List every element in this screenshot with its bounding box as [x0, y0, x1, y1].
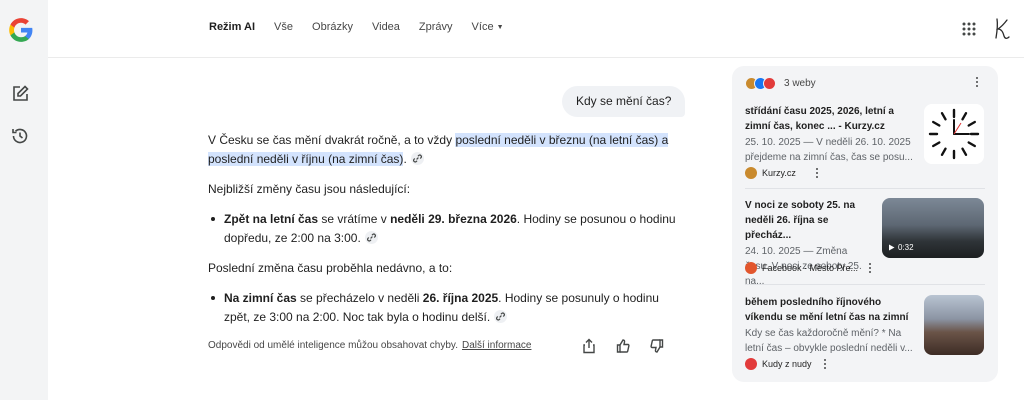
answer-text: V Česku se čas mění dvakrát ročně, a to …: [208, 133, 456, 147]
link-icon[interactable]: [494, 310, 508, 323]
answer-paragraph: Poslední změna času proběhla nedávno, a …: [208, 261, 453, 275]
more-options-icon[interactable]: [865, 263, 875, 275]
divider: [745, 284, 985, 285]
source-title[interactable]: střídání času 2025, 2026, letní a zimní …: [745, 104, 910, 134]
list-item: Na zimní čas se přecházelo v neděli 26. …: [208, 289, 678, 327]
video-duration: 0:32: [888, 243, 914, 252]
link-icon[interactable]: [410, 152, 424, 165]
divider: [745, 188, 985, 189]
ai-disclaimer: Odpovědi od umělé inteligence můžou obsa…: [208, 340, 531, 351]
list-item: Zpět na letní čas se vrátíme v neděli 29…: [208, 210, 678, 248]
google-logo-icon[interactable]: [8, 17, 34, 43]
video-duration-label: 0:32: [898, 243, 914, 252]
tab-news[interactable]: Zprávy: [419, 21, 453, 33]
bold-text: Na zimní čas: [224, 291, 297, 305]
answer-list: Zpět na letní čas se vrátíme v neděli 29…: [208, 210, 678, 248]
search-tabs: Režim AI Vše Obrázky Videa Zprávy Více ▼: [209, 21, 523, 33]
more-options-icon[interactable]: [812, 168, 822, 180]
source-site[interactable]: Kurzy.cz: [745, 167, 796, 179]
answer-text: .: [403, 152, 407, 166]
answer-text: se přecházelo v neděli: [296, 291, 423, 305]
chevron-down-icon: ▼: [496, 24, 504, 31]
facebook-favicon: [745, 262, 757, 274]
clock-icon: [928, 108, 980, 160]
tab-more-label: Více: [471, 21, 494, 33]
new-chat-icon[interactable]: [10, 84, 30, 104]
ai-answer: V Česku se čas mění dvakrát ročně, a to …: [208, 131, 678, 338]
apps-grid-icon[interactable]: [962, 22, 976, 36]
tab-more[interactable]: Více ▼: [472, 21, 504, 33]
sources-count: 3 weby: [784, 77, 816, 89]
kurzy-favicon: [745, 167, 757, 179]
tab-images[interactable]: Obrázky: [312, 21, 353, 33]
thumbs-down-icon[interactable]: [650, 338, 664, 354]
kudyznudy-favicon: [745, 358, 757, 370]
bold-text: Zpět na letní čas: [224, 212, 319, 226]
user-query-bubble: Kdy se mění čas?: [562, 86, 686, 117]
sources-panel: 3 weby střídání času 2025, 2026, letní a…: [732, 66, 998, 382]
tab-videos[interactable]: Videa: [372, 21, 400, 33]
source-site-name: Kudy z nudy: [762, 359, 812, 369]
source-snippet: Kdy se čas každoročně mění? * Na letní č…: [745, 328, 913, 354]
thumbs-up-icon[interactable]: [616, 338, 630, 354]
source-site[interactable]: Facebook · Město Pře...: [745, 262, 858, 274]
landscape-thumbnail[interactable]: [924, 295, 984, 355]
source-site-name: Facebook · Město Pře...: [762, 263, 859, 273]
bold-text: neděli 29. března 2026: [390, 212, 517, 226]
clock-thumbnail[interactable]: [924, 104, 984, 164]
source-site-name: Kurzy.cz: [762, 168, 796, 178]
left-rail: [0, 0, 48, 400]
link-icon[interactable]: [364, 231, 378, 244]
source-title[interactable]: V noci ze soboty 25. na neděli 26. října…: [745, 198, 875, 243]
share-icon[interactable]: [582, 338, 596, 354]
learn-more-link[interactable]: Další informace: [462, 340, 531, 351]
answer-text: se vrátíme v: [318, 212, 391, 226]
source-snippet: 25. 10. 2025 — V neděli 26. 10. 2025 pře…: [745, 137, 913, 163]
video-thumbnail[interactable]: 0:32: [882, 198, 984, 258]
account-avatar[interactable]: [992, 16, 1014, 42]
sources-header[interactable]: 3 weby: [745, 75, 816, 91]
more-options-icon[interactable]: [972, 77, 982, 89]
history-icon[interactable]: [10, 126, 30, 146]
answer-paragraph: V Česku se čas mění dvakrát ročně, a to …: [208, 131, 678, 169]
play-icon: [889, 244, 895, 251]
source-title[interactable]: během posledního říjnového víkendu se mě…: [745, 295, 917, 325]
more-options-icon[interactable]: [820, 359, 830, 371]
tab-ai-mode[interactable]: Režim AI: [209, 21, 255, 33]
bold-text: 26. října 2025: [422, 291, 499, 305]
top-header: Režim AI Vše Obrázky Videa Zprávy Více ▼: [48, 0, 1024, 58]
answer-list: Na zimní čas se přecházelo v neděli 26. …: [208, 289, 678, 327]
kudyznudy-favicon: [763, 76, 776, 90]
disclaimer-text: Odpovědi od umělé inteligence můžou obsa…: [208, 340, 458, 351]
source-site[interactable]: Kudy z nudy: [745, 358, 812, 370]
answer-paragraph: Nejbližší změny času jsou následující:: [208, 182, 411, 196]
tab-all[interactable]: Vše: [274, 21, 293, 33]
